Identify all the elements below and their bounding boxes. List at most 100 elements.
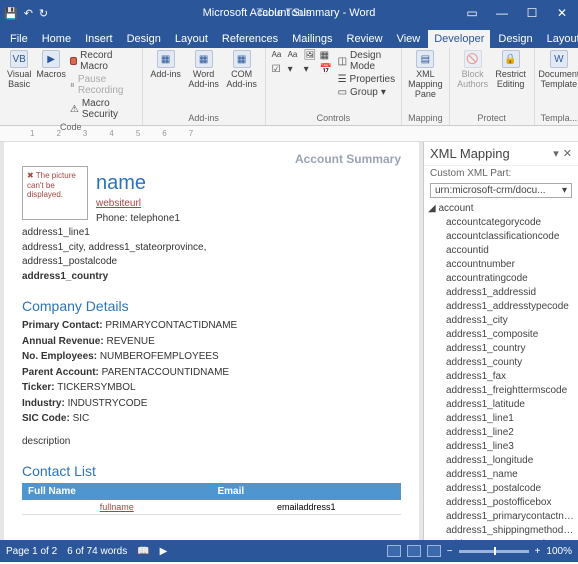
table-row[interactable]: fullname emailaddress1 [22,500,401,515]
zoom-level[interactable]: 100% [546,546,572,557]
control-building-icon[interactable]: ▦ [320,50,332,62]
content-control-email[interactable]: emailaddress1 [212,500,402,514]
view-web-icon[interactable] [427,545,441,557]
tab-file[interactable]: File [4,30,34,48]
tab-references[interactable]: References [216,30,284,48]
tab-tabletools-design[interactable]: Design [492,30,538,48]
custom-xml-part-select[interactable]: urn:microsoft-crm/docu... ▾ [430,183,572,198]
status-words[interactable]: 6 of 74 words [67,546,127,557]
tree-node[interactable]: address1_county [428,356,574,370]
tree-node[interactable]: address1_city [428,314,574,328]
detail-value[interactable]: PARENTACCOUNTIDNAME [102,367,229,378]
status-page[interactable]: Page 1 of 2 [6,546,57,557]
content-control-addr-postal[interactable]: address1_postalcode [22,255,401,270]
control-combobox-icon[interactable]: ▾ [288,64,300,76]
group-button[interactable]: ▭Group ▾ [338,87,396,98]
control-plaintext-icon[interactable]: Aa [288,50,300,62]
control-picture-icon[interactable]: 🖼 [304,50,316,62]
tree-node[interactable]: address1_addresstypecode [428,300,574,314]
content-control-addr-city[interactable]: address1_city, address1_stateorprovince, [22,241,401,256]
tree-node[interactable]: address1_line2 [428,426,574,440]
tree-root[interactable]: ◢ account [428,202,574,216]
control-date-icon[interactable]: 📅 [320,64,332,76]
close-icon[interactable]: ✕ [550,6,574,20]
document-area[interactable]: Account Summary The picture can't be dis… [0,142,423,540]
tab-insert[interactable]: Insert [79,30,119,48]
tab-design[interactable]: Design [121,30,167,48]
tree-node[interactable]: address1_line3 [428,440,574,454]
tree-node[interactable]: address1_line1 [428,412,574,426]
ruler[interactable]: 1234567 [0,126,578,142]
detail-value[interactable]: REVENUE [106,336,154,347]
tree-node[interactable]: accountnumber [428,258,574,272]
tree-node[interactable]: accountclassificationcode [428,230,574,244]
content-control-phone[interactable]: telephone1 [130,213,180,224]
macros-button[interactable]: ▶Macros [36,50,66,80]
tree-node[interactable]: address1_composite [428,328,574,342]
detail-value[interactable]: PRIMARYCONTACTIDNAME [105,320,237,331]
tree-node[interactable]: address1_shippingmethodcode [428,524,574,538]
zoom-out-icon[interactable]: − [447,546,453,557]
tree-node[interactable]: address1_primarycontactname [428,510,574,524]
tab-tabletools-layout[interactable]: Layout [541,30,578,48]
tree-node[interactable]: address1_addressid [428,286,574,300]
content-control-addr-country[interactable]: address1_country [22,270,401,285]
control-richtext-icon[interactable]: Aa [272,50,284,62]
ribbon-options-icon[interactable]: ▭ [460,6,484,20]
macro-security-button[interactable]: ⚠Macro Security [70,98,136,120]
detail-value[interactable]: TICKERSYMBOL [57,382,135,393]
tab-view[interactable]: View [391,30,427,48]
view-print-icon[interactable] [407,545,421,557]
view-read-icon[interactable] [387,545,401,557]
tree-node[interactable]: address1_latitude [428,398,574,412]
save-icon[interactable]: 💾 [4,7,18,20]
detail-value[interactable]: NUMBEROFEMPLOYEES [100,351,219,362]
detail-value[interactable]: SIC [73,413,90,424]
restrict-editing-button[interactable]: 🔒Restrict Editing [494,50,528,90]
tree-node[interactable]: accountcategorycode [428,216,574,230]
redo-icon[interactable]: ↻ [39,7,48,20]
addins-button[interactable]: ▦Add-ins [149,50,183,80]
content-control-description[interactable]: description [22,435,401,450]
tab-developer[interactable]: Developer [428,30,490,48]
minimize-icon[interactable]: — [490,6,514,20]
visual-basic-button[interactable]: VBVisual Basic [6,50,32,90]
status-spell-icon[interactable]: 📖 [137,546,149,557]
com-addins-button[interactable]: ▦COM Add-ins [225,50,259,90]
xml-mapping-pane-button[interactable]: ▤XML Mapping Pane [408,50,442,100]
tree-node[interactable]: accountratingcode [428,272,574,286]
word-addins-button[interactable]: ▦Word Add-ins [187,50,221,90]
control-dropdown-icon[interactable]: ▾ [304,64,316,76]
maximize-icon[interactable]: ☐ [520,6,544,20]
document-template-button[interactable]: WDocument Template [542,50,576,90]
undo-icon[interactable]: ↶ [24,7,33,20]
content-control-websiteurl[interactable]: websiteurl [96,198,141,209]
tab-mailings[interactable]: Mailings [286,30,338,48]
pane-close-icon[interactable]: ✕ [563,147,572,160]
tree-node[interactable]: address1_postofficebox [428,496,574,510]
block-authors-button[interactable]: 🚫Block Authors [456,50,490,90]
content-control-fullname[interactable]: fullname [22,500,212,514]
tab-layout[interactable]: Layout [169,30,214,48]
zoom-slider[interactable] [459,550,529,553]
pause-recording-button[interactable]: ⏸Pause Recording [70,74,136,96]
tree-node[interactable]: address1_postalcode [428,482,574,496]
tree-node[interactable]: accountid [428,244,574,258]
design-mode-button[interactable]: ◫Design Mode [338,50,396,72]
tree-node[interactable]: address1_freighttermscode [428,384,574,398]
xml-tree[interactable]: ◢ account accountcategorycodeaccountclas… [424,200,578,540]
record-macro-button[interactable]: Record Macro [70,50,136,72]
tree-node[interactable]: address1_name [428,468,574,482]
tree-node[interactable]: address1_fax [428,370,574,384]
tab-review[interactable]: Review [341,30,389,48]
detail-value[interactable]: INDUSTRYCODE [68,398,148,409]
tree-node[interactable]: address1_stateorprovince [428,538,574,540]
pane-dropdown-icon[interactable]: ▾ [553,147,559,160]
tab-home[interactable]: Home [36,30,77,48]
tree-node[interactable]: address1_country [428,342,574,356]
content-control-addr1[interactable]: address1_line1 [22,226,401,241]
zoom-in-icon[interactable]: + [535,546,541,557]
status-macro-icon[interactable]: ▶ [160,546,168,557]
control-checkbox-icon[interactable]: ☑ [272,64,284,76]
properties-button[interactable]: ☰Properties [338,74,396,85]
